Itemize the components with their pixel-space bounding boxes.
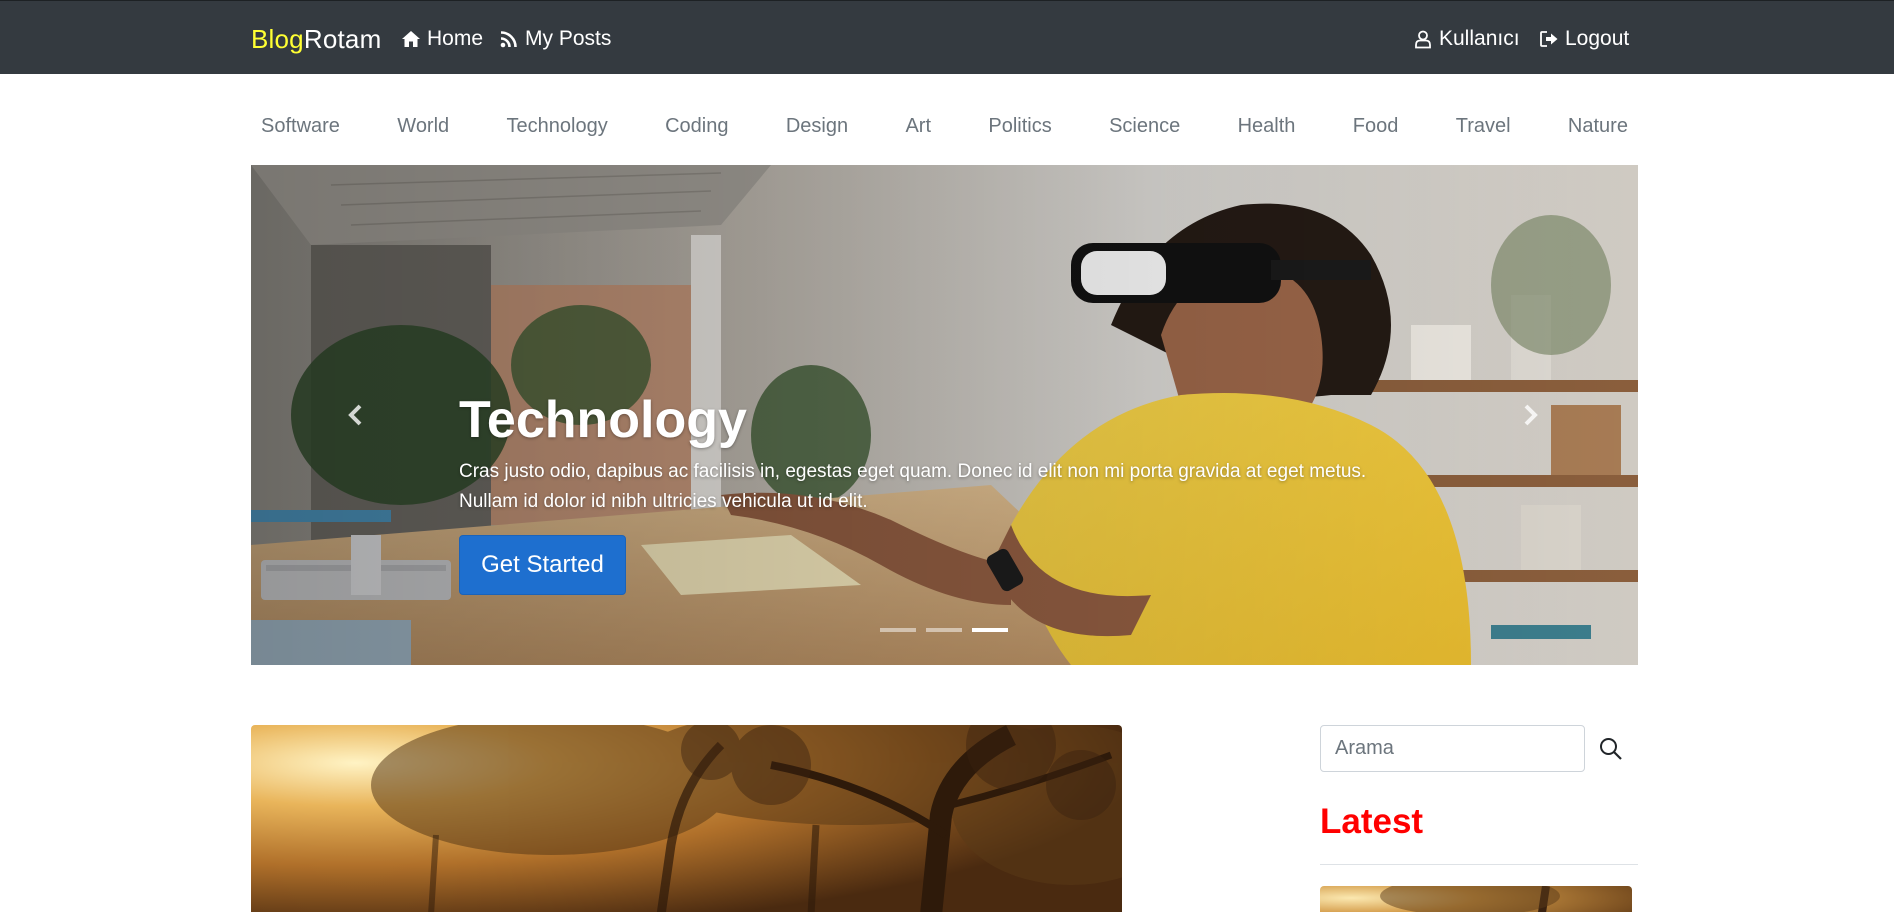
search-icon [1600, 738, 1622, 760]
category-link-coding[interactable]: Coding [665, 112, 728, 140]
carousel-indicators [880, 628, 1008, 632]
chevron-left-icon [348, 404, 362, 426]
nav-home-link[interactable]: Home [401, 25, 483, 53]
category-link-health[interactable]: Health [1238, 112, 1296, 140]
sign-out-icon [1540, 31, 1558, 47]
home-icon [402, 31, 420, 47]
nav-user-label: Kullanıcı [1439, 27, 1520, 50]
carousel-indicator-1[interactable] [880, 628, 916, 632]
carousel-title: Technology [459, 391, 747, 449]
category-link-travel[interactable]: Travel [1456, 112, 1511, 140]
category-link-politics[interactable]: Politics [988, 112, 1051, 140]
post-image[interactable] [251, 725, 1122, 912]
chevron-right-icon [1524, 404, 1538, 426]
latest-thumbnail-image [1320, 886, 1632, 912]
latest-heading: Latest [1320, 802, 1424, 841]
user-icon [1415, 30, 1431, 49]
nav-home-label: Home [427, 27, 484, 50]
rss-icon [500, 31, 517, 48]
nav-user-link[interactable]: Kullanıcı [1413, 25, 1520, 53]
category-link-nature[interactable]: Nature [1568, 112, 1628, 140]
top-navbar: BlogRotam Home My Posts Kullanıcı Logout [0, 0, 1894, 74]
category-link-design[interactable]: Design [786, 112, 848, 140]
carousel-next-button[interactable] [1513, 397, 1549, 433]
carousel-caption: Technology Cras justo odio, dapibus ac f… [459, 389, 1419, 517]
brand-part-rotam: Rotam [303, 24, 382, 54]
category-link-software[interactable]: Software [261, 112, 340, 140]
get-started-button[interactable]: Get Started [459, 535, 626, 595]
category-link-technology[interactable]: Technology [507, 112, 608, 140]
category-link-food[interactable]: Food [1353, 112, 1399, 140]
brand-logo[interactable]: BlogRotam [251, 23, 381, 55]
category-nav: Software World Technology Coding Design … [251, 112, 1638, 140]
search-input[interactable] [1320, 725, 1585, 772]
carousel-text: Cras justo odio, dapibus ac facilisis in… [459, 461, 1367, 512]
search-button[interactable] [1598, 736, 1624, 762]
nav-my-posts-link[interactable]: My Posts [499, 25, 611, 53]
carousel-indicator-3[interactable] [972, 628, 1008, 632]
category-link-science[interactable]: Science [1109, 112, 1180, 140]
latest-post-thumbnail[interactable] [1320, 886, 1632, 912]
hero-carousel: Technology Cras justo odio, dapibus ac f… [251, 165, 1638, 665]
nav-my-posts-label: My Posts [525, 27, 612, 50]
latest-divider [1320, 864, 1638, 865]
carousel-prev-button[interactable] [337, 397, 373, 433]
brand-part-blog: Blog [251, 24, 304, 54]
carousel-indicator-2[interactable] [926, 628, 962, 632]
category-link-art[interactable]: Art [905, 112, 931, 140]
category-link-world[interactable]: World [397, 112, 449, 140]
nav-logout-label: Logout [1565, 27, 1630, 50]
nav-logout-link[interactable]: Logout [1539, 25, 1629, 53]
forest-image [251, 725, 1122, 912]
